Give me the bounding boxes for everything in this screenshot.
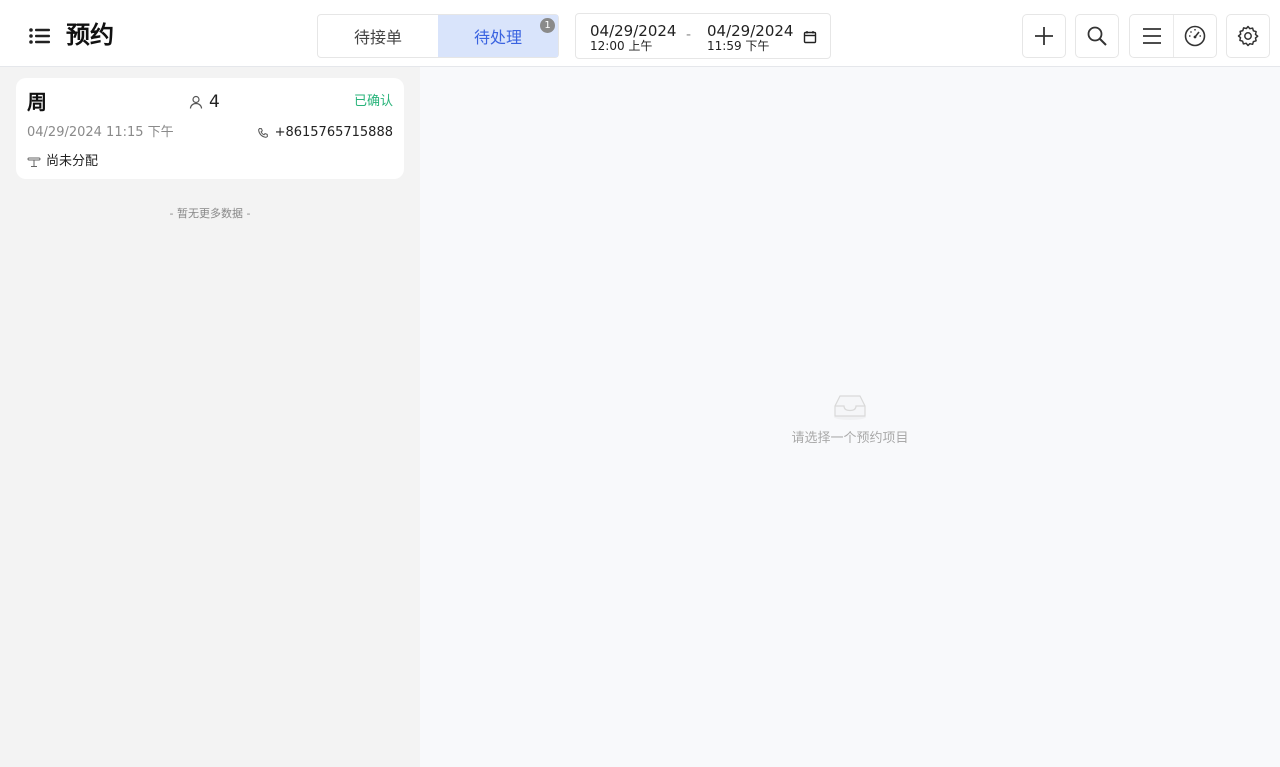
reservation-list: 周 4 已确认 04/29/2024 11:15 下午 +86157657158… (0, 67, 420, 767)
count-badge: 1 (540, 18, 555, 33)
list-view-button[interactable] (1130, 15, 1173, 57)
status-tabs: 待接单 待处理 1 (317, 14, 559, 58)
empty-state: 请选择一个预约项目 (420, 393, 1280, 446)
tab-pending-process[interactable]: 待处理 1 (438, 15, 558, 57)
status-badge: 已确认 (353, 94, 393, 109)
dashboard-icon (1184, 25, 1206, 47)
settings-icon (1237, 25, 1259, 47)
reservation-card[interactable]: 周 4 已确认 04/29/2024 11:15 下午 +86157657158… (16, 78, 404, 179)
tab-pending-accept[interactable]: 待接单 (318, 15, 438, 57)
page-title: 预约 (66, 21, 114, 49)
table-status: 尚未分配 (46, 154, 99, 169)
guest-count-value: 4 (209, 92, 220, 112)
start-date: 04/29/2024 (590, 22, 677, 40)
list-end-text: - 暂无更多数据 - (169, 207, 251, 220)
search-icon (1087, 26, 1107, 46)
view-button-group (1129, 14, 1217, 58)
reservation-datetime: 04/29/2024 11:15 下午 (27, 125, 174, 140)
settings-button[interactable] (1226, 14, 1270, 58)
phone-info: +8615765715888 (257, 125, 393, 141)
list-icon (1142, 28, 1161, 44)
detail-panel: 请选择一个预约项目 (420, 67, 1280, 767)
add-button[interactable] (1022, 14, 1066, 58)
empty-state-text: 请选择一个预约项目 (791, 431, 909, 446)
range-separator: - (686, 27, 692, 43)
table-icon (27, 157, 41, 167)
phone-icon (257, 127, 268, 138)
menu-toggle-icon[interactable] (26, 22, 54, 50)
inbox-icon (834, 395, 866, 420)
date-range-picker[interactable]: 04/29/2024 12:00 上午 - 04/29/2024 11:59 下… (575, 13, 831, 59)
calendar-icon (803, 31, 817, 44)
tab-label: 待处理 (473, 28, 522, 47)
end-date: 04/29/2024 (707, 22, 794, 40)
end-time: 11:59 下午 (707, 39, 770, 53)
table-assignment: 尚未分配 (27, 154, 98, 170)
add-icon (1035, 27, 1053, 45)
guest-name: 周 (27, 90, 47, 114)
phone-number: +8615765715888 (274, 125, 393, 140)
guest-count: 4 (189, 92, 220, 112)
start-time: 12:00 上午 (590, 39, 653, 53)
search-button[interactable] (1075, 14, 1119, 58)
dashboard-button[interactable] (1173, 15, 1216, 57)
person-icon (189, 95, 203, 109)
top-bar: 预约 待接单 待处理 1 04/29/2024 12:00 上午 - 04/29… (0, 0, 1280, 67)
